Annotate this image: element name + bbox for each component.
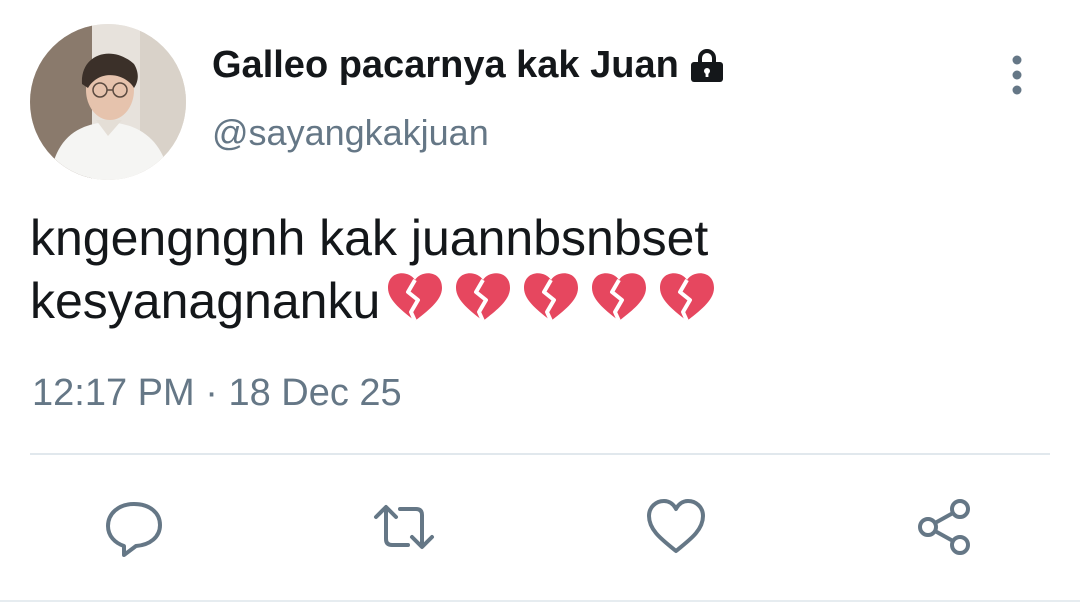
meta-separator: · <box>205 372 218 414</box>
broken-heart-icon <box>520 268 582 324</box>
tweet-timestamp[interactable]: 12:17 PM · 18 Dec 25 <box>32 372 402 415</box>
retweet-icon <box>374 505 434 549</box>
lock-icon <box>687 46 727 86</box>
tweet-time: 12:17 PM <box>32 372 195 414</box>
broken-heart-icon <box>452 268 514 324</box>
tweet-date: 18 Dec 25 <box>228 372 402 414</box>
like-button[interactable] <box>644 495 708 559</box>
broken-heart-icon <box>588 268 650 324</box>
share-icon <box>918 499 970 555</box>
broken-heart-icon <box>384 268 446 324</box>
share-button[interactable] <box>912 495 976 559</box>
reply-icon <box>106 502 162 557</box>
author-name-row[interactable]: Galleo pacarnya kak Juan <box>212 44 727 87</box>
reply-button[interactable] <box>102 495 166 559</box>
divider <box>30 453 1050 455</box>
display-name[interactable]: Galleo pacarnya kak Juan <box>212 44 679 87</box>
tweet-text: kngengngnh kak juannbsnbset kesyanagnank… <box>30 208 1030 331</box>
more-options-icon[interactable] <box>1000 52 1034 98</box>
tweet-text-line-2-words: kesyanagnanku <box>30 273 381 329</box>
author-handle[interactable]: @sayangkakjuan <box>212 112 489 154</box>
emoji-group <box>384 268 718 324</box>
tweet-text-line-2: kesyanagnanku <box>30 268 1030 331</box>
tweet-text-line-1: kngengngnh kak juannbsnbset <box>30 210 709 266</box>
broken-heart-icon <box>656 268 718 324</box>
like-icon <box>647 499 705 553</box>
retweet-button[interactable] <box>372 495 436 559</box>
bottom-divider <box>0 600 1080 602</box>
avatar[interactable] <box>30 24 186 180</box>
